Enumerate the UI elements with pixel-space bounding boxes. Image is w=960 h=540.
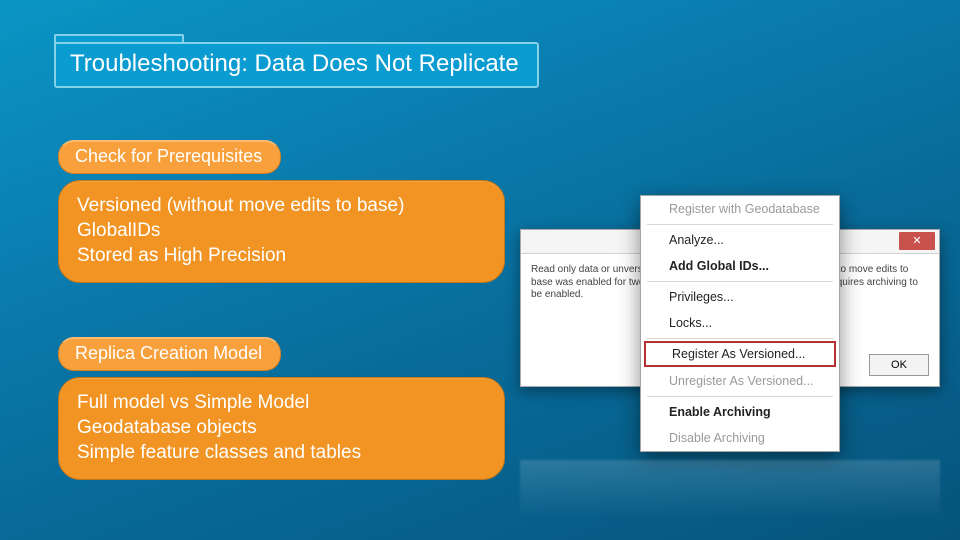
menu-separator [647,281,833,282]
section-1-header: Check for Prerequisites [58,140,281,174]
context-menu: Register with Geodatabase Analyze... Add… [640,195,840,452]
screenshot-cluster: ✕ Read only data or unversioned data can… [520,195,940,475]
section-1-line-1: Versioned (without move edits to base) [77,193,482,218]
menu-item-locks[interactable]: Locks... [641,310,839,336]
menu-item-unregister-as-versioned: Unregister As Versioned... [641,368,839,394]
section-2-header: Replica Creation Model [58,337,281,371]
section-2-body: Full model vs Simple Model Geodatabase o… [58,377,505,480]
menu-item-privileges[interactable]: Privileges... [641,284,839,310]
menu-separator [647,396,833,397]
section-1-body: Versioned (without move edits to base) G… [58,180,505,283]
reflection-decoration [520,460,940,520]
menu-item-register-as-versioned[interactable]: Register As Versioned... [644,341,836,367]
close-button[interactable]: ✕ [899,232,935,250]
slide-title: Troubleshooting: Data Does Not Replicate [54,42,539,88]
menu-separator [647,224,833,225]
section-2-line-2: Geodatabase objects [77,415,482,440]
section-2-line-3: Simple feature classes and tables [77,440,482,465]
section-2-line-1: Full model vs Simple Model [77,390,482,415]
section-1-line-3: Stored as High Precision [77,243,482,268]
menu-item-enable-archiving[interactable]: Enable Archiving [641,399,839,425]
ok-button[interactable]: OK [869,354,929,376]
menu-item-disable-archiving: Disable Archiving [641,425,839,451]
close-icon: ✕ [912,235,921,247]
section-1-line-2: GlobalIDs [77,218,482,243]
menu-item-register-with-geodatabase: Register with Geodatabase [641,196,839,222]
menu-separator [647,338,833,339]
menu-item-analyze[interactable]: Analyze... [641,227,839,253]
menu-item-add-global-ids[interactable]: Add Global IDs... [641,253,839,279]
